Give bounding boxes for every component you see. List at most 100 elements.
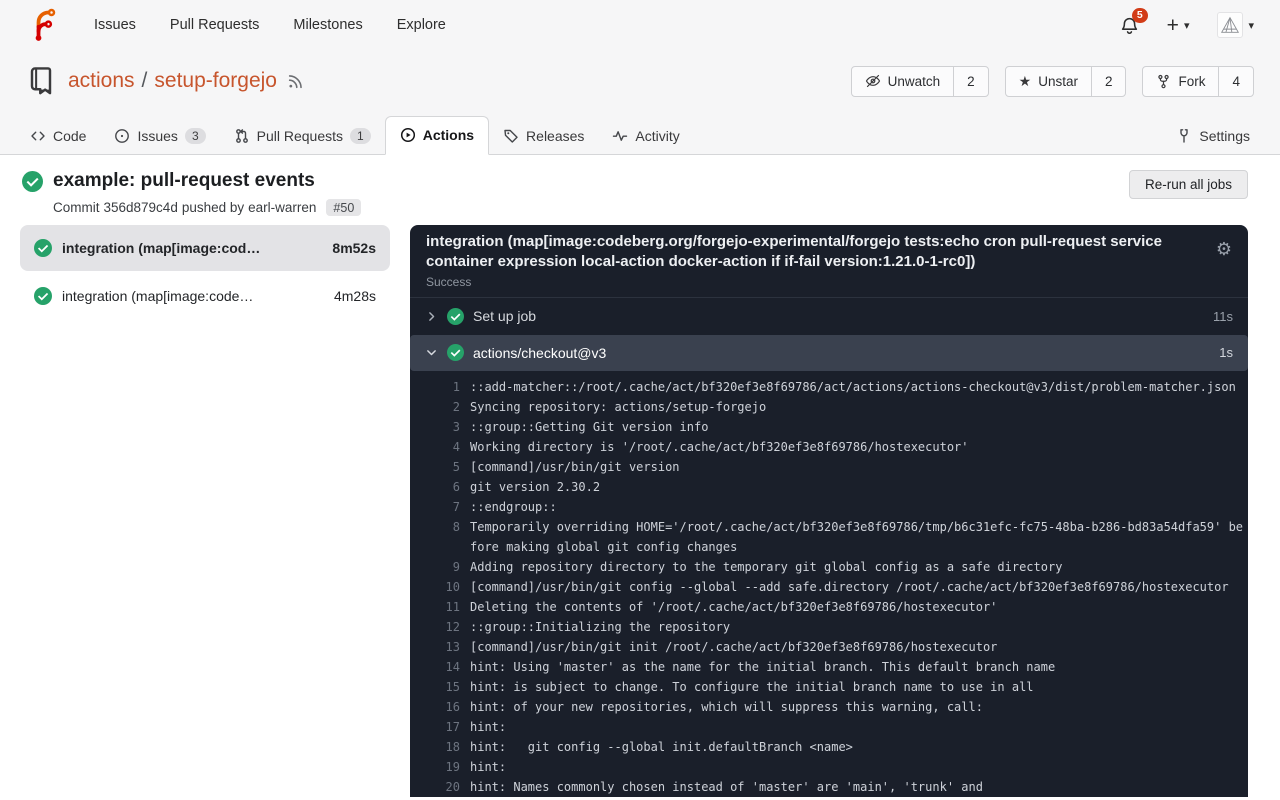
notification-count-badge: 5 [1132, 8, 1148, 24]
log-line-number[interactable]: 3 [426, 417, 460, 437]
log-line-number[interactable]: 15 [426, 677, 460, 697]
rerun-all-jobs-button[interactable]: Re-run all jobs [1129, 170, 1248, 199]
nav-explore[interactable]: Explore [397, 17, 446, 33]
job-item-2[interactable]: integration (map[image:code… 4m28s [20, 273, 390, 319]
log-line-number[interactable]: 6 [426, 477, 460, 497]
chevron-down-icon [425, 346, 438, 359]
log-line-number[interactable]: 2 [426, 397, 460, 417]
log-line-number[interactable]: 1 [426, 377, 460, 397]
tab-actions[interactable]: Actions [385, 116, 489, 155]
job-item-1[interactable]: integration (map[image:cod… 8m52s [20, 225, 390, 271]
step-actions-checkout[interactable]: actions/checkout@v3 1s [410, 335, 1248, 372]
log-line-number[interactable]: 13 [426, 637, 460, 657]
log-line-number[interactable]: 18 [426, 737, 460, 757]
watchers-count[interactable]: 2 [953, 67, 988, 96]
tab-releases[interactable]: Releases [489, 118, 598, 155]
log-line-number[interactable]: 19 [426, 757, 460, 777]
log-line-number[interactable]: 10 [426, 577, 460, 597]
forks-count[interactable]: 4 [1218, 67, 1253, 96]
nav-pull-requests[interactable]: Pull Requests [170, 17, 259, 33]
log-line-number[interactable]: 12 [426, 617, 460, 637]
repo-name-link[interactable]: setup-forgejo [154, 69, 277, 93]
nav-issues[interactable]: Issues [94, 17, 136, 33]
commit-sha-link[interactable]: 356d879c4d [104, 200, 178, 215]
tab-pull-requests-label: Pull Requests [257, 128, 343, 144]
log-line: 1 ::add-matcher::/root/.cache/act/bf320e… [426, 377, 1244, 397]
log-line-number[interactable]: 20 [426, 777, 460, 797]
plus-icon: + [1167, 15, 1179, 36]
chevron-right-icon [425, 310, 438, 323]
repo-owner-link[interactable]: actions [68, 69, 135, 93]
commit-prefix: Commit [53, 200, 100, 215]
log-line-text: hint: is subject to change. To configure… [470, 677, 1244, 697]
log-line-text: git version 2.30.2 [470, 477, 1244, 497]
log-line-text: Temporarily overriding HOME='/root/.cach… [470, 517, 1244, 557]
eye-slash-icon [865, 73, 881, 89]
step-setup-job[interactable]: Set up job 11s [410, 298, 1248, 335]
log-line: 20 hint: Names commonly chosen instead o… [426, 777, 1244, 797]
tab-pull-requests[interactable]: Pull Requests 1 [220, 118, 385, 155]
job-status: Success [426, 275, 1248, 289]
create-new-dropdown[interactable]: + ▾ [1167, 15, 1190, 36]
log-line: 6 git version 2.30.2 [426, 477, 1244, 497]
log-line-number[interactable]: 7 [426, 497, 460, 517]
log-line-number[interactable]: 5 [426, 457, 460, 477]
unwatch-label: Unwatch [888, 74, 941, 89]
log-line-number[interactable]: 4 [426, 437, 460, 457]
log-line-text: ::add-matcher::/root/.cache/act/bf320ef3… [470, 377, 1244, 397]
log-line-number[interactable]: 14 [426, 657, 460, 677]
tab-issues-label: Issues [137, 128, 177, 144]
log-line-number[interactable]: 17 [426, 717, 460, 737]
stars-count[interactable]: 2 [1091, 67, 1126, 96]
tab-code[interactable]: Code [16, 118, 100, 155]
issues-count-badge: 3 [185, 128, 206, 144]
fork-icon [1156, 74, 1171, 89]
repo-separator: / [142, 69, 148, 93]
tab-activity[interactable]: Activity [598, 118, 693, 155]
log-line-number[interactable]: 9 [426, 557, 460, 577]
success-check-icon [22, 171, 43, 192]
log-line-text: Syncing repository: actions/setup-forgej… [470, 397, 1244, 417]
log-line-text: [command]/usr/bin/git config --global --… [470, 577, 1244, 597]
unstar-button[interactable]: ★ Unstar 2 [1005, 66, 1127, 97]
log-line-text: ::group::Getting Git version info [470, 417, 1244, 437]
top-navbar: Issues Pull Requests Milestones Explore … [0, 0, 1280, 50]
unwatch-button[interactable]: Unwatch 2 [851, 66, 989, 97]
commit-author-link[interactable]: earl-warren [248, 200, 316, 215]
job-name: integration (map[image:code… [62, 288, 253, 304]
log-line-number[interactable]: 16 [426, 697, 460, 717]
log-line-number[interactable]: 11 [426, 597, 460, 617]
log-line-text: hint: [470, 757, 1244, 777]
log-line-text: Adding repository directory to the tempo… [470, 557, 1244, 577]
run-header: example: pull-request events Commit 356d… [0, 155, 1280, 216]
avatar [1217, 12, 1243, 38]
log-line-text: [command]/usr/bin/git version [470, 457, 1244, 477]
chevron-down-icon: ▾ [1184, 19, 1190, 32]
pull-requests-count-badge: 1 [350, 128, 371, 144]
star-icon: ★ [1019, 73, 1032, 90]
fork-button[interactable]: Fork 4 [1142, 66, 1254, 97]
log-line-text: hint: of your new repositories, which wi… [470, 697, 1244, 717]
log-job-title: integration (map[image:codeberg.org/forg… [426, 232, 1202, 272]
notifications-button[interactable]: 5 [1120, 16, 1139, 35]
log-header: integration (map[image:codeberg.org/forg… [410, 225, 1248, 272]
log-line-number[interactable]: 8 [426, 517, 460, 557]
main-nav: Issues Pull Requests Milestones Explore [60, 17, 446, 33]
forgejo-logo-icon[interactable] [26, 8, 60, 42]
pulse-icon [612, 128, 628, 144]
user-menu-dropdown[interactable]: ▾ [1217, 12, 1254, 38]
tab-issues[interactable]: Issues 3 [100, 118, 219, 155]
chevron-down-icon: ▾ [1248, 19, 1254, 32]
log-line: 3 ::group::Getting Git version info [426, 417, 1244, 437]
log-line: 9 Adding repository directory to the tem… [426, 557, 1244, 577]
log-line-text: ::endgroup:: [470, 497, 1244, 517]
rss-icon[interactable] [287, 73, 304, 90]
log-line: 13 [command]/usr/bin/git init /root/.cac… [426, 637, 1244, 657]
tab-activity-label: Activity [635, 128, 679, 144]
nav-milestones[interactable]: Milestones [293, 17, 362, 33]
job-name: integration (map[image:cod… [62, 240, 260, 256]
gear-icon[interactable]: ⚙ [1216, 240, 1232, 258]
log-line-text: hint: git config --global init.defaultBr… [470, 737, 1244, 757]
tab-settings[interactable]: Settings [1162, 118, 1264, 155]
step-name: actions/checkout@v3 [473, 345, 606, 361]
